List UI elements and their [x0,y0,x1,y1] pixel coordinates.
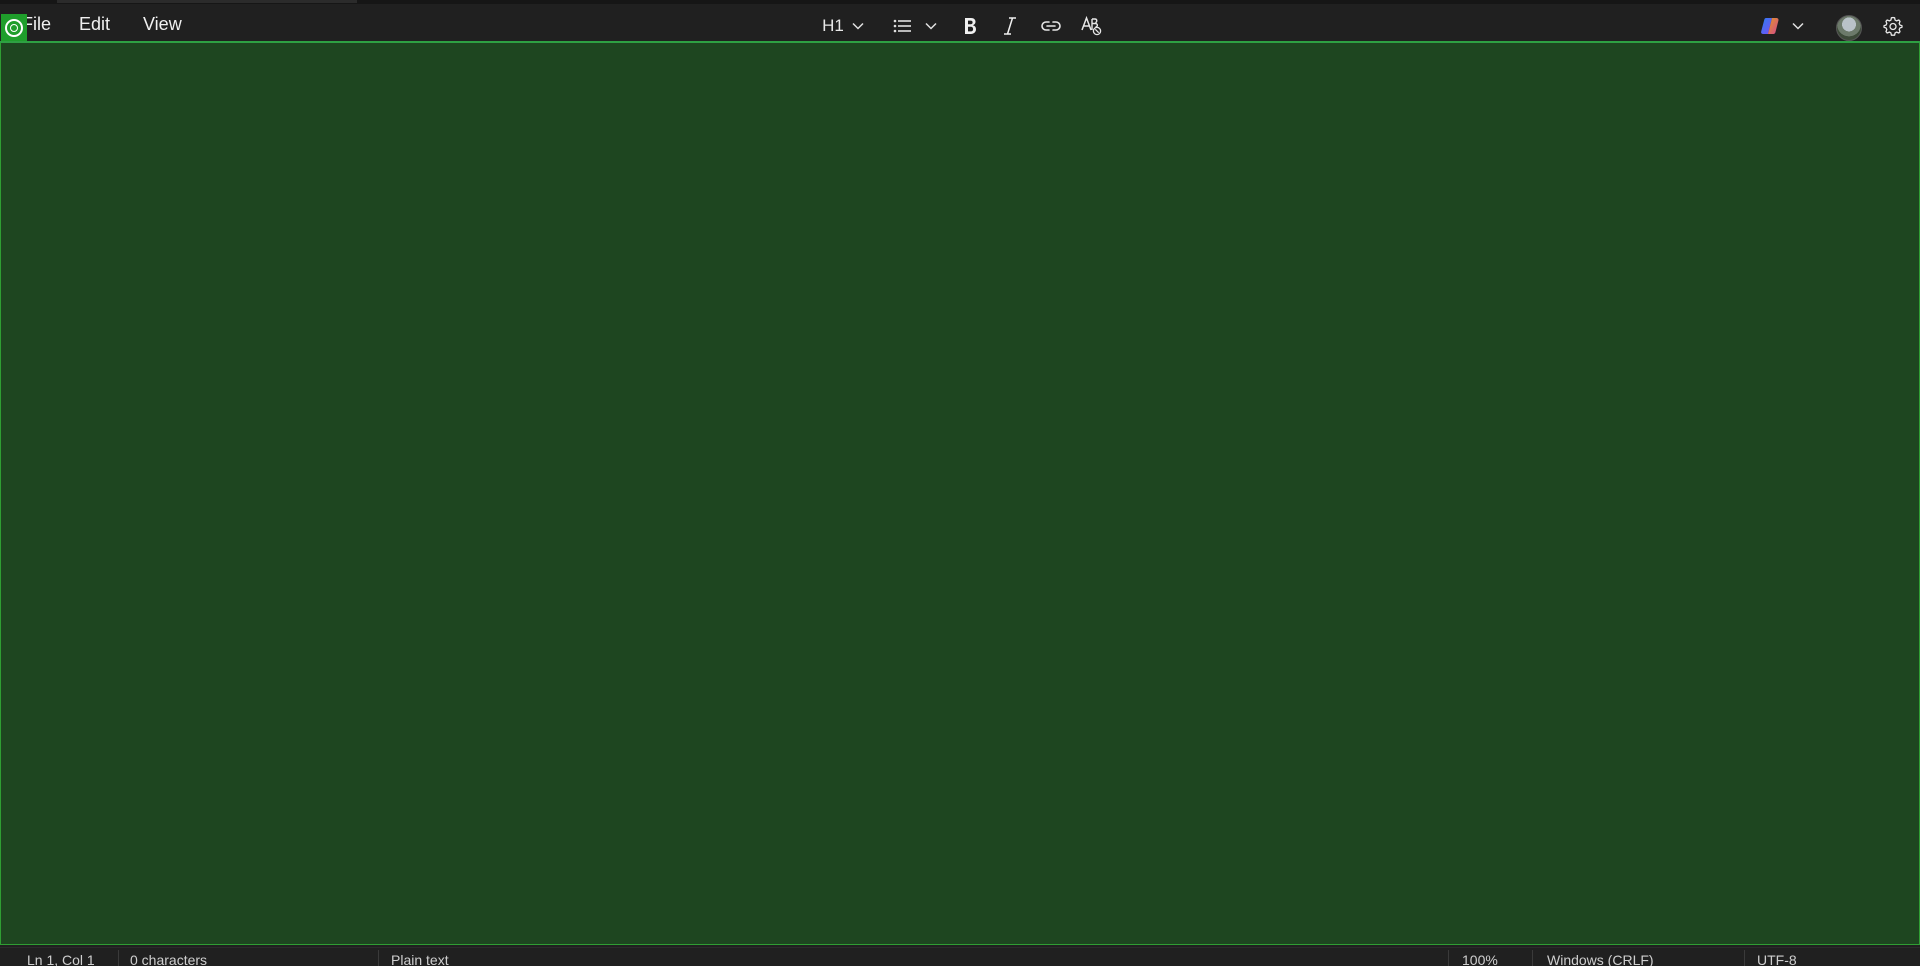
active-tab-edge[interactable] [57,0,357,3]
status-bar: Ln 1, Col 1 0 characters Plain text 100%… [0,947,1920,966]
status-encoding[interactable]: UTF-8 [1757,952,1797,966]
menu-edit[interactable]: Edit [79,13,110,35]
insert-link-button[interactable] [1035,12,1067,40]
list-style-select[interactable] [890,12,940,40]
chevron-down-icon [925,22,937,30]
status-divider [1532,950,1533,966]
link-icon [1041,20,1061,32]
status-format[interactable]: Plain text [391,952,449,966]
editor-focus-border [0,41,1920,43]
editor-text-area[interactable] [0,42,1920,945]
chevron-down-icon [1792,22,1804,30]
menu-bar: File Edit View H1 [0,4,1920,42]
clear-formatting-button[interactable] [1076,12,1108,40]
status-divider [1448,950,1449,966]
notepad-window: File Edit View H1 Ln 1, Col 1 0 characte… [0,0,1920,966]
heading-level-select[interactable]: H1 [815,12,871,40]
menu-view[interactable]: View [143,13,182,35]
copilot-button[interactable] [1756,12,1808,40]
status-character-count: 0 characters [130,952,208,966]
gear-icon [1883,16,1903,36]
bold-button[interactable] [955,12,985,40]
status-zoom[interactable]: 100% [1462,952,1498,966]
clear-formatting-icon [1081,16,1103,36]
status-divider [118,950,119,966]
heading-level-value: H1 [822,16,844,35]
italic-icon [1003,17,1017,35]
status-divider [1744,950,1745,966]
status-line-ending[interactable]: Windows (CRLF) [1547,952,1654,966]
copilot-icon [1760,17,1780,35]
status-cursor-position: Ln 1, Col 1 [27,952,95,966]
chevron-down-icon [852,22,864,30]
bold-icon [963,17,977,35]
recording-indicator [1,14,27,42]
settings-button[interactable] [1878,12,1908,40]
italic-button[interactable] [995,12,1025,40]
bulleted-list-icon [893,19,911,33]
record-icon [5,19,23,37]
user-avatar[interactable] [1836,15,1862,41]
status-divider [378,950,379,966]
